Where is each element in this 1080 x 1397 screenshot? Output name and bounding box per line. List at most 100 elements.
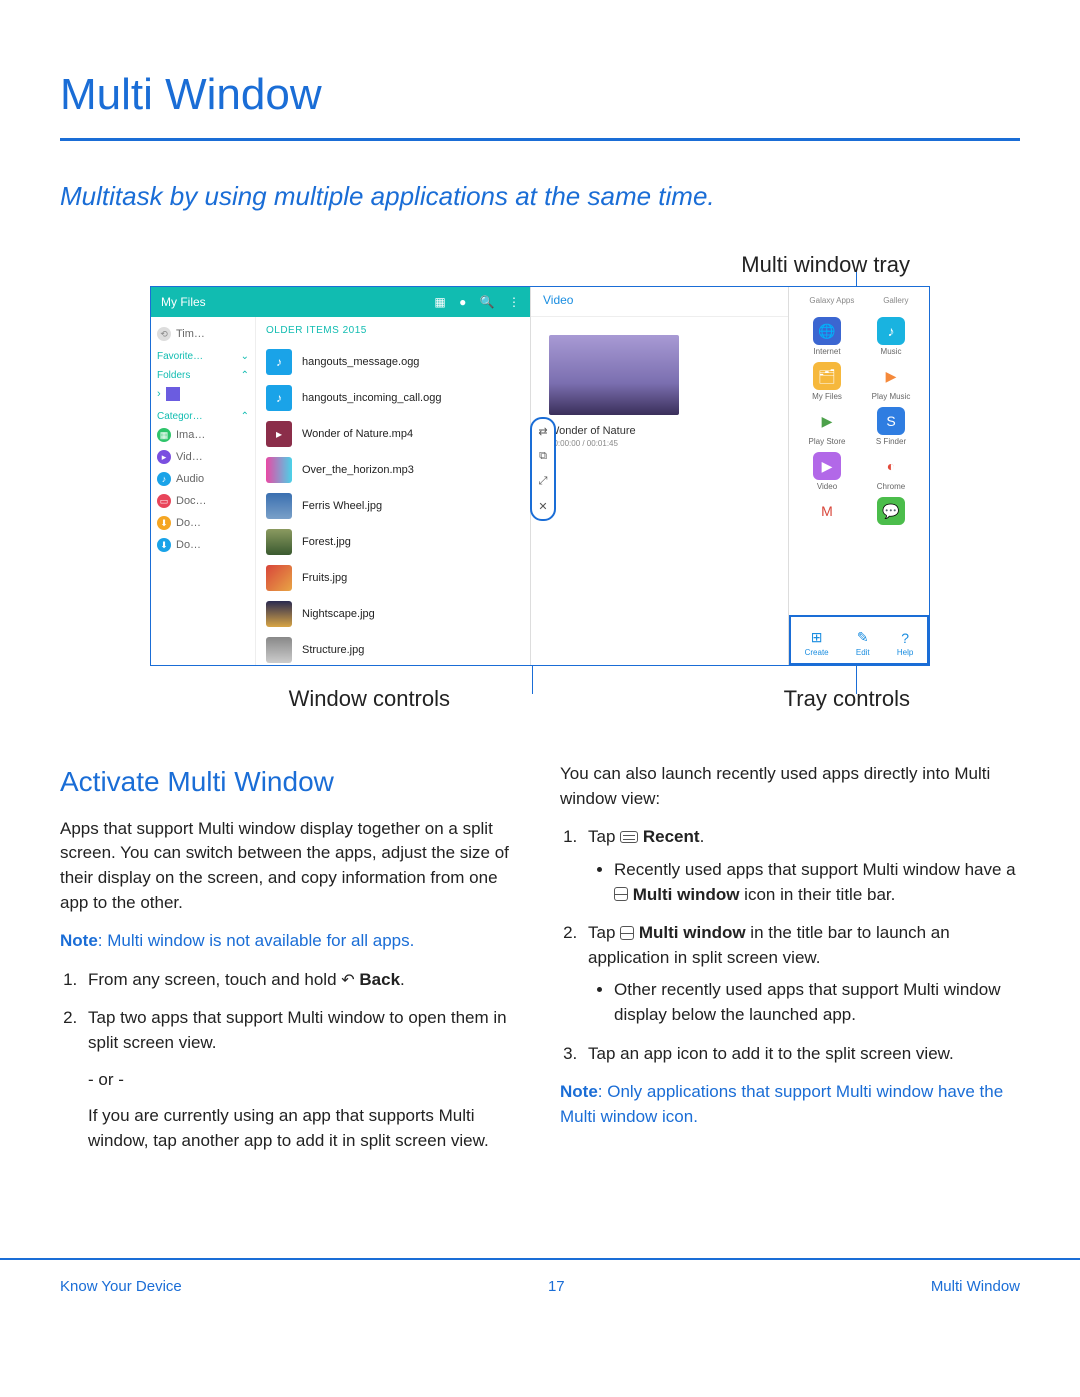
app-icon: ▶ [877, 362, 905, 390]
callout-tray-controls: Tray controls [540, 686, 930, 712]
help-icon: ? [901, 630, 909, 646]
tray-control-label: Create [805, 648, 829, 657]
tray-control-help[interactable]: ?Help [897, 630, 913, 657]
r-step-3: Tap an app icon to add it to the split s… [582, 1042, 1020, 1067]
app-icon: ♪ [877, 317, 905, 345]
page-footer: Know Your Device 17 Multi Window [0, 1258, 1080, 1335]
recent-icon [620, 831, 638, 843]
tray-app[interactable]: ▶Video [797, 452, 857, 491]
file-row[interactable]: Over_the_horizon.mp3 [266, 452, 520, 488]
sidebar-cat-images[interactable]: ▦Ima… [155, 424, 251, 446]
callout-window-controls: Window controls [150, 686, 540, 712]
sidebar-cat-videos[interactable]: ▸Vid… [155, 446, 251, 468]
tray-app[interactable]: 💬 [861, 497, 921, 527]
sidebar-cat-downloads[interactable]: ⬇Do… [155, 512, 251, 534]
file-row[interactable]: Structure.jpg [266, 632, 520, 665]
step-1: From any screen, touch and hold ↶ Back. [82, 968, 520, 993]
app-icon: 🗂 [813, 362, 841, 390]
figure-wrap: My Files ▦ ● 🔍 ⋮ ⟲Tim… Favorite…⌄ Folder… [150, 286, 930, 666]
video-thumbnail[interactable] [549, 335, 679, 415]
sidebar-cat-downloads2[interactable]: ⬇Do… [155, 534, 251, 556]
step-2: Tap two apps that support Multi window t… [82, 1006, 520, 1153]
tray-header-label: Galaxy Apps [809, 296, 854, 305]
file-list: OLDER ITEMS 2015 ♪hangouts_message.ogg ♪… [256, 317, 530, 665]
search-icon[interactable]: 🔍 [480, 295, 495, 309]
create-icon: ⊞ [811, 629, 823, 646]
older-items-label: OLDER ITEMS 2015 [266, 325, 520, 336]
sidebar-categories[interactable]: Categor…⌃ [155, 405, 251, 424]
app-icon: 🌐 [813, 317, 841, 345]
file-row[interactable]: Ferris Wheel.jpg [266, 488, 520, 524]
sidebar-cat-docs[interactable]: ▭Doc… [155, 490, 251, 512]
more-icon[interactable]: ⋮ [508, 295, 520, 309]
sidebar-folder-item[interactable]: › [155, 383, 251, 405]
page-subtitle: Multitask by using multiple applications… [60, 181, 1020, 212]
tray-app[interactable]: SS Finder [861, 407, 921, 446]
grid-icon[interactable]: ▦ [434, 295, 445, 309]
app-icon: 💬 [877, 497, 905, 525]
expand-icon[interactable]: ⤢ [539, 475, 548, 488]
page-title: Multi Window [60, 70, 1020, 141]
video-time: 00:00:00 / 00:01:45 [549, 439, 788, 448]
files-header-title: My Files [161, 295, 206, 309]
callout-line [532, 666, 533, 694]
or-separator: - or - [88, 1068, 520, 1093]
edit-icon: ✎ [857, 629, 869, 646]
app-icon: ▶ [813, 407, 841, 435]
tray-app[interactable]: 🌐 Internet [797, 317, 857, 356]
multiwindow-icon [620, 926, 634, 940]
tray-app[interactable]: ▶Play Music [861, 362, 921, 401]
sidebar-favorites[interactable]: Favorite…⌄ [155, 345, 251, 364]
tray-control-create[interactable]: ⊞ Create [805, 629, 829, 657]
sidebar-timeline[interactable]: ⟲Tim… [155, 323, 251, 345]
app-label: Play Store [809, 437, 846, 446]
tray-app[interactable]: M [797, 497, 857, 527]
pane-tray: Galaxy Apps Gallery 🌐 Internet ♪Music 🗂 My F… [789, 287, 929, 665]
tray-app[interactable]: 🗂 My Files [797, 362, 857, 401]
files-header-icons: ▦ ● 🔍 ⋮ [424, 295, 520, 309]
files-sidebar: ⟲Tim… Favorite…⌄ Folders⌃ › Categor…⌃ ▦I… [151, 317, 256, 665]
note-text: Note: Note: Multi window is not availabl… [60, 929, 520, 954]
back-icon: ↶ [341, 972, 354, 989]
app-label: Internet [813, 347, 840, 356]
tray-control-label: Edit [856, 648, 870, 657]
body-text: Apps that support Multi window display t… [60, 817, 520, 916]
close-icon[interactable]: ✕ [538, 500, 547, 513]
r-step-1: Tap Recent. Recently used apps that supp… [582, 825, 1020, 907]
tray-app[interactable]: ♪Music [861, 317, 921, 356]
callout-line [856, 272, 857, 286]
note-text: Note: Only applications that support Mul… [560, 1080, 1020, 1129]
app-label: My Files [812, 392, 842, 401]
file-row[interactable]: ▸Wonder of Nature.mp4 [266, 416, 520, 452]
video-header: Video [531, 287, 788, 317]
video-title: Wonder of Nature [549, 425, 788, 437]
home-icon[interactable]: ● [459, 295, 466, 309]
file-row[interactable]: Nightscape.jpg [266, 596, 520, 632]
r-step-2-bullet: Other recently used apps that support Mu… [614, 978, 1020, 1027]
callout-tray-label: Multi window tray [60, 252, 1020, 278]
files-header: My Files ▦ ● 🔍 ⋮ [151, 287, 530, 317]
sidebar-folders[interactable]: Folders⌃ [155, 364, 251, 383]
app-label: S Finder [876, 437, 906, 446]
footer-right: Multi Window [931, 1278, 1020, 1295]
file-row[interactable]: Forest.jpg [266, 524, 520, 560]
file-row[interactable]: ♪hangouts_message.ogg [266, 344, 520, 380]
sidebar-cat-audio[interactable]: ♪Audio [155, 468, 251, 490]
r-step-1-bullet: Recently used apps that support Multi wi… [614, 858, 1020, 907]
tray-header: Galaxy Apps Gallery [789, 287, 929, 311]
window-icon[interactable]: ⧉ [539, 450, 547, 463]
window-controls: ⇄ ⧉ ⤢ ✕ [530, 417, 556, 521]
body-text: You can also launch recently used apps d… [560, 762, 1020, 811]
pane-my-files: My Files ▦ ● 🔍 ⋮ ⟲Tim… Favorite…⌄ Folder… [151, 287, 531, 665]
tray-app[interactable]: ▶ Play Store [797, 407, 857, 446]
file-row[interactable]: ♪hangouts_incoming_call.ogg [266, 380, 520, 416]
app-label: Chrome [877, 482, 905, 491]
tray-app[interactable]: ◐Chrome [861, 452, 921, 491]
app-icon: ▶ [813, 452, 841, 480]
tray-control-edit[interactable]: ✎ Edit [856, 629, 870, 657]
tray-controls: ⊞ Create ✎ Edit ?Help [789, 615, 929, 665]
swap-icon[interactable]: ⇄ [538, 425, 547, 438]
footer-page-number: 17 [548, 1278, 565, 1295]
tray-header-label: Gallery [883, 296, 908, 305]
file-row[interactable]: Fruits.jpg [266, 560, 520, 596]
